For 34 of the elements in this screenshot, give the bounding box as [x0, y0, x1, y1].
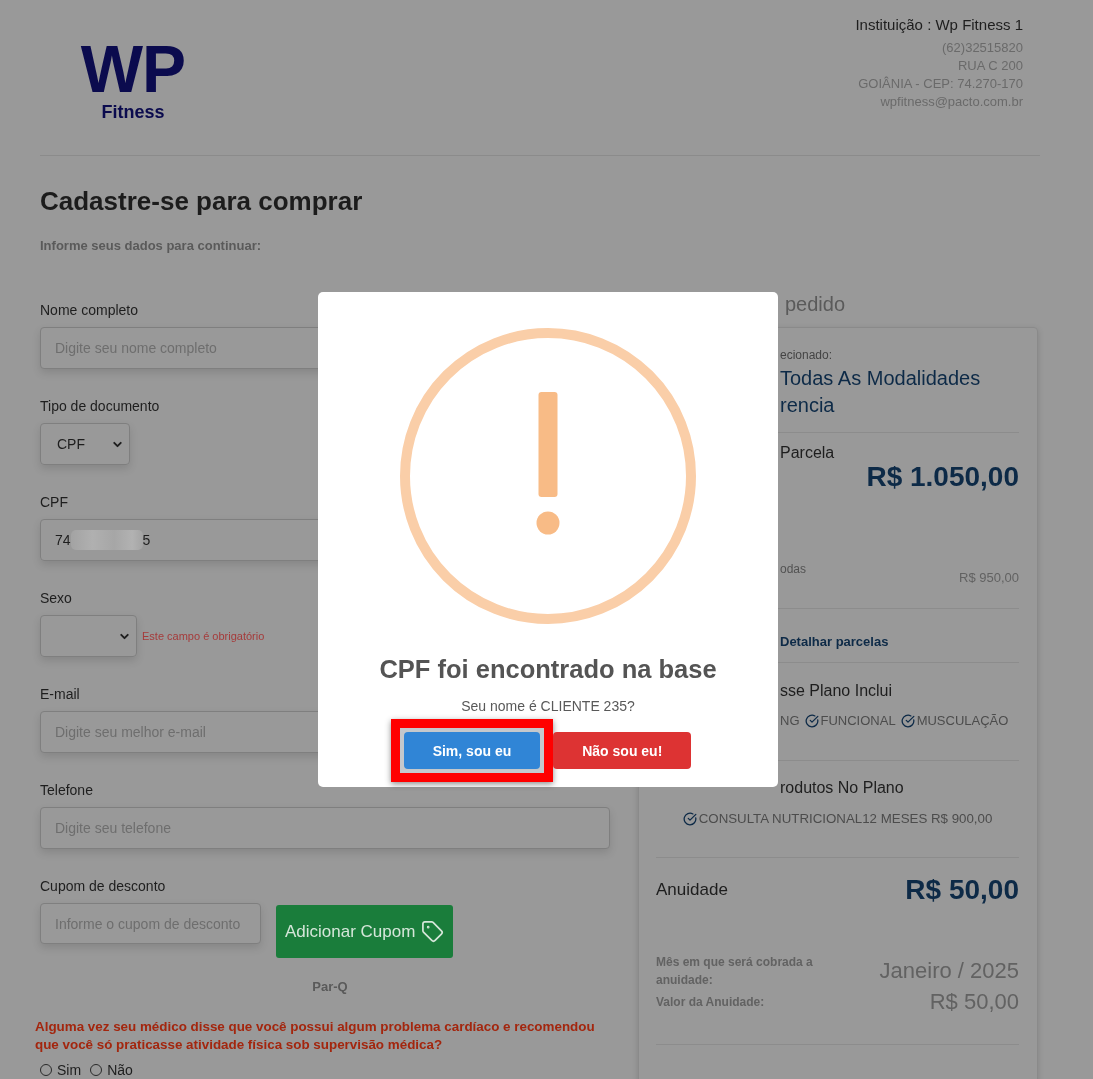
field-label: E-mail — [40, 685, 80, 703]
field-label: Telefone — [40, 781, 93, 799]
included-item: NG — [780, 712, 800, 729]
field-label: Cupom de desconto — [40, 877, 166, 895]
radio-label: Sim — [57, 1062, 82, 1078]
installment-price: R$ 1.050,00 — [866, 460, 1019, 494]
field-label: Nome completo — [40, 301, 139, 319]
field-label: Sexo — [40, 589, 72, 607]
dialog-message: Seu nome é CLIENTE 235? — [461, 697, 635, 715]
dialog-title: CPF foi encontrado na base — [379, 654, 717, 685]
installment-label: Parcela — [780, 443, 835, 463]
discount-label: odas — [780, 561, 807, 577]
logo-subtitle: Fitness — [101, 101, 165, 123]
health-question: Alguma vez seu médico disse que você possui algum problema cardíaco e recomendou que você só praticasse atividade física sob supervisão médica? — [35, 1018, 596, 1054]
included-item: MUSCULAÇÃO — [916, 712, 1009, 729]
radio-label: Não — [107, 1062, 133, 1078]
product-item: CONSULTA NUTRICIONAL12 MESES R$ 900,00 — [698, 810, 993, 827]
section-title: Par-Q — [312, 979, 348, 995]
page-title: Cadastre-se para comprar — [40, 185, 363, 217]
section-title: rodutos No Plano — [780, 778, 904, 798]
annuity-price: R$ 50,00 — [905, 873, 1019, 907]
logo-wordmark: WP — [80, 41, 186, 97]
page-subtitle: Informe seus dados para continuar: — [40, 238, 262, 254]
field-label: Tipo de documento — [40, 397, 160, 415]
section-title: sse Plano Inclui — [780, 681, 893, 701]
plan-label: ecionado: — [780, 347, 833, 363]
annuity-label: Anuidade — [656, 879, 728, 901]
plan-name: Todas As Modalidades — [780, 366, 981, 391]
included-item: FUNCIONAL — [820, 712, 896, 729]
error-message: Este campo é obrigatório — [142, 629, 265, 643]
section-heading: pedido — [785, 292, 846, 316]
institution-name: Instituição : Wp Fitness 1 — [855, 15, 1023, 35]
plan-name: rencia — [780, 393, 835, 418]
field-label: CPF — [40, 493, 68, 511]
